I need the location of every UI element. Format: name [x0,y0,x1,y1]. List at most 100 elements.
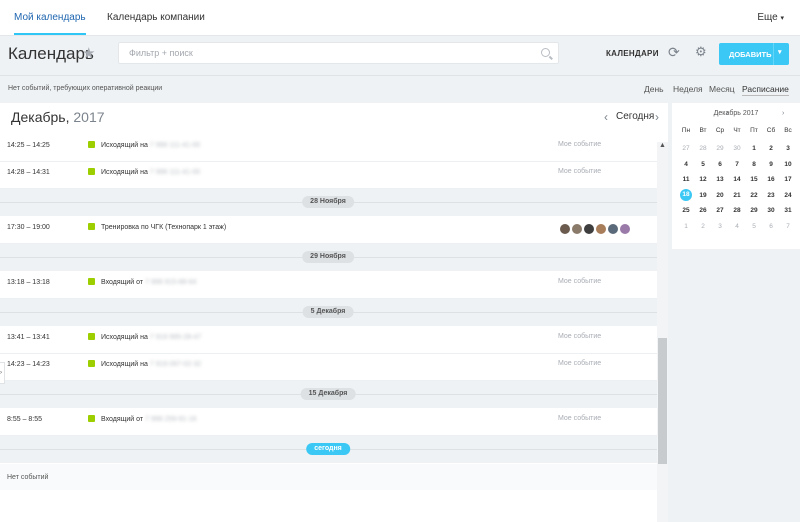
event-title[interactable]: Исходящий на 7 919 995-28-47 [101,334,201,341]
add-button[interactable]: ДОБАВИТЬ ▾ [719,43,789,65]
mini-calendar-day[interactable]: 12 [695,173,711,186]
mini-calendar-day[interactable]: 29 [712,142,728,155]
mini-calendar-day[interactable]: 5 [695,158,711,171]
mini-calendar-day[interactable]: 27 [678,142,694,155]
mini-calendar-day[interactable]: 4 [678,158,694,171]
event-row[interactable]: 13:18 – 13:18 Входящий от 7 999 915-88-64 М… [0,272,657,299]
mini-calendar-day[interactable]: 30 [729,142,745,155]
mini-calendar-day[interactable]: 2 [695,220,711,233]
mini-calendar-day[interactable]: 15 [746,173,762,186]
scrollbar-thumb[interactable] [658,338,667,464]
view-schedule[interactable]: Расписание [742,84,789,96]
event-title[interactable]: Входящий от 7 999 259-91-16 [101,416,197,423]
event-color-marker [88,333,95,340]
mini-calendar-day[interactable]: 25 [678,204,694,217]
avatar[interactable] [596,224,606,234]
mini-calendar-day[interactable]: 29 [746,204,762,217]
event-row[interactable]: 13:41 – 13:41 Исходящий на 7 919 995-28-47… [0,327,657,354]
mini-calendar-day[interactable]: 3 [780,142,796,155]
calendar-subheader: Нет событий, требующих оперативной реакц… [0,75,800,101]
tab-my-calendar[interactable]: Мой календарь [14,12,86,35]
date-divider: 29 Ноября [0,244,657,271]
view-day[interactable]: День [644,84,664,94]
view-month[interactable]: Месяц [709,84,735,94]
mini-calendar-day[interactable]: 26 [695,204,711,217]
chevron-right-icon[interactable]: › [0,362,5,384]
avatar[interactable] [620,224,630,234]
mini-calendar-day[interactable]: 31 [780,204,796,217]
mini-calendar-day[interactable]: 5 [746,220,762,233]
event-title[interactable]: Входящий от 7 999 915-88-64 [101,279,197,286]
mini-calendar-day[interactable]: 30 [763,204,779,217]
scrollbar[interactable]: ▲ [657,142,668,522]
event-title[interactable]: Исходящий на 7 999 111-41-00 [101,142,200,149]
mini-calendar-day[interactable]: 6 [712,158,728,171]
mini-calendar-day[interactable]: 21 [729,189,745,202]
event-title-text: Исходящий на [101,169,148,176]
mini-calendar-day[interactable]: 13 [712,173,728,186]
top-tabs-bar: Мой календарь Календарь компании Еще ▾ [0,0,800,36]
event-row[interactable]: 14:23 – 14:23 Исходящий на 7 919 097-02-32… [0,354,657,381]
mini-calendar-day[interactable]: 17 [780,173,796,186]
view-week[interactable]: Неделя [673,84,703,94]
chevron-down-icon[interactable]: ▾ [778,48,782,56]
star-icon[interactable]: ★ [82,44,95,62]
mini-calendar-day[interactable]: 1 [678,220,694,233]
calendars-button[interactable]: КАЛЕНДАРИ [606,49,659,58]
today-button[interactable]: Сегодня [616,111,654,122]
event-title[interactable]: Исходящий на 7 999 111-41-00 [101,169,200,176]
mini-calendar-day[interactable]: 16 [763,173,779,186]
mini-calendar-day[interactable]: 8 [746,158,762,171]
event-row[interactable]: 17:30 – 19:00 Тренировка по ЧГК (Технопар… [0,217,657,244]
search-input[interactable] [119,43,519,63]
mini-calendar-day[interactable]: 7 [780,220,796,233]
mini-calendar-day[interactable]: 19 [695,189,711,202]
mini-calendar-day[interactable]: 4 [729,220,745,233]
mini-calendar-day[interactable]: 11 [678,173,694,186]
mini-calendar-day[interactable]: 28 [729,204,745,217]
event-title-text: Исходящий на [101,142,148,149]
mini-calendar-day[interactable]: 22 [746,189,762,202]
gear-icon[interactable]: ⚙ [695,45,709,59]
event-owner-label: Мое событие [558,141,602,148]
event-color-marker [88,415,95,422]
event-row[interactable]: 8:55 – 8:55 Входящий от 7 999 259-91-16 Мое… [0,409,657,436]
mini-calendar-day[interactable]: 7 [729,158,745,171]
scroll-up-icon[interactable]: ▲ [659,142,666,149]
event-time: 13:41 – 13:41 [7,334,50,341]
mini-calendar-day[interactable]: 23 [763,189,779,202]
mini-calendar-today[interactable]: 18 [680,188,692,201]
mini-calendar-day[interactable]: 10 [780,158,796,171]
chevron-right-icon[interactable]: › [782,110,784,117]
event-title[interactable]: Тренировка по ЧГК (Технопарк 1 этаж) [101,224,226,231]
mini-calendar-day[interactable]: 6 [763,220,779,233]
chevron-right-icon[interactable]: › [655,110,659,124]
mini-calendar-day[interactable]: 27 [712,204,728,217]
mini-calendar-day[interactable]: 3 [712,220,728,233]
event-title[interactable]: Исходящий на 7 919 097-02-32 [101,361,201,368]
tab-company-calendar[interactable]: Календарь компании [107,12,205,23]
search-box[interactable] [118,42,559,64]
event-row[interactable]: 14:28 – 14:31 Исходящий на 7 999 111-41-00… [0,162,657,189]
refresh-icon[interactable]: ⟳ [668,45,682,59]
mini-calendar-day[interactable]: 20 [712,189,728,202]
more-menu[interactable]: Еще ▾ [757,12,784,23]
mini-calendar-day[interactable]: 9 [763,158,779,171]
more-label: Еще [757,12,778,23]
mini-calendar-day[interactable]: 28 [695,142,711,155]
date-label: 15 Декабря [300,388,356,400]
event-time: 14:23 – 14:23 [7,361,50,368]
search-icon[interactable] [541,48,550,57]
mini-calendar-day[interactable]: 24 [780,189,796,202]
event-color-marker [88,278,95,285]
no-events-text: Нет событий [7,474,49,481]
event-row[interactable]: 14:25 – 14:25 Исходящий на 7 999 111-41-00… [0,135,657,162]
mini-calendar-day[interactable]: 1 [746,142,762,155]
avatar[interactable] [560,224,570,234]
mini-calendar-day[interactable]: 2 [763,142,779,155]
mini-calendar-day[interactable]: 14 [729,173,745,186]
chevron-left-icon[interactable]: ‹ [604,110,608,124]
avatar[interactable] [584,224,594,234]
avatar[interactable] [572,224,582,234]
avatar[interactable] [608,224,618,234]
